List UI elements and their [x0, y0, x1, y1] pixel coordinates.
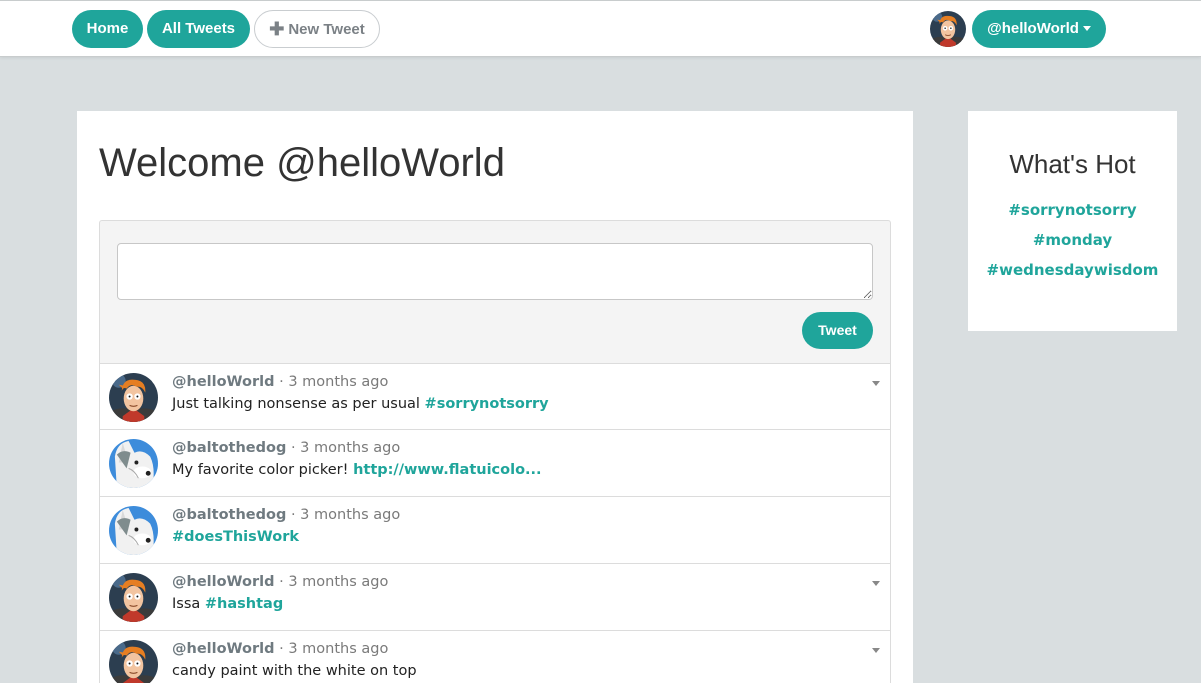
tweet-meta: @helloWorld · 3 months ago [172, 641, 388, 657]
user-menu-button[interactable]: @helloWorld [972, 10, 1106, 48]
tweet-text: candy paint with the white on top [172, 663, 417, 679]
new-tweet-label: New Tweet [288, 21, 365, 38]
tweet-time: · 3 months ago [279, 641, 389, 657]
tweet-body: Just talking nonsense as per usual #sorr… [172, 396, 549, 412]
fry-avatar[interactable] [109, 373, 158, 422]
tweet-handle[interactable]: @helloWorld [172, 374, 275, 390]
home-button[interactable]: Home [72, 10, 143, 48]
tweet-item: @baltothedog · 3 months ago #doesThisWor… [99, 497, 891, 564]
tweet-item: @baltothedog · 3 months ago My favorite … [99, 430, 891, 497]
tweet-time: · 3 months ago [279, 574, 389, 590]
main-panel: Welcome @helloWorld Tweet @helloWorld · … [77, 111, 913, 683]
plus-icon: ✚ [269, 19, 285, 39]
all-tweets-button[interactable]: All Tweets [147, 10, 250, 48]
tweet-handle[interactable]: @baltothedog [172, 507, 286, 523]
fry-avatar[interactable] [109, 640, 158, 683]
tweet-meta: @helloWorld · 3 months ago [172, 574, 388, 590]
whats-hot-title: What's Hot [1009, 149, 1136, 179]
tweet-menu-caret-icon[interactable] [872, 581, 880, 586]
tweet-textarea[interactable] [117, 243, 873, 300]
tweet-item: @helloWorld · 3 months ago Just talking … [99, 363, 891, 430]
tweet-body: #doesThisWork [172, 529, 299, 545]
tweet-body: My favorite color picker! http://www.fla… [172, 462, 542, 478]
tweet-item: @helloWorld · 3 months ago candy paint w… [99, 631, 891, 683]
page-title: Welcome @helloWorld [99, 141, 505, 185]
tweet-meta: @baltothedog · 3 months ago [172, 507, 400, 523]
tweet-handle[interactable]: @helloWorld [172, 574, 275, 590]
tweet-time: · 3 months ago [279, 374, 389, 390]
husky-avatar[interactable] [109, 439, 158, 488]
user-menu-label: @helloWorld [987, 20, 1079, 37]
top-navbar: Home All Tweets ✚ New Tweet @helloWorld [0, 0, 1201, 57]
tweet-menu-caret-icon[interactable] [872, 381, 880, 386]
tweet-text: Just talking nonsense as per usual [172, 396, 425, 412]
whats-hot-panel: What's Hot #sorrynotsorry #monday #wedne… [968, 111, 1177, 331]
tweet-hashtag-link[interactable]: #hashtag [205, 596, 283, 612]
tweet-body: candy paint with the white on top [172, 663, 417, 679]
tweet-time: · 3 months ago [290, 440, 401, 456]
tweet-meta: @helloWorld · 3 months ago [172, 374, 388, 390]
tweet-hashtag-link[interactable]: #sorrynotsorry [425, 396, 549, 412]
tweet-url-link[interactable]: http://www.flatuicolo... [353, 462, 542, 478]
trending-hashtag[interactable]: #monday [968, 231, 1177, 249]
chevron-down-icon [1082, 26, 1091, 31]
user-avatar[interactable] [930, 11, 966, 47]
tweet-item: @helloWorld · 3 months ago Issa #hashtag [99, 564, 891, 631]
tweet-handle[interactable]: @baltothedog [172, 440, 286, 456]
fry-avatar[interactable] [109, 573, 158, 622]
compose-box: Tweet [99, 220, 891, 364]
tweet-body: Issa #hashtag [172, 596, 283, 612]
trending-hashtag[interactable]: #sorrynotsorry [968, 201, 1177, 219]
tweet-handle[interactable]: @helloWorld [172, 641, 275, 657]
husky-avatar[interactable] [109, 506, 158, 555]
tweet-button[interactable]: Tweet [802, 312, 873, 349]
trending-hashtag[interactable]: #wednesdaywisdom [968, 261, 1177, 279]
tweet-text: Issa [172, 596, 205, 612]
tweet-list: @helloWorld · 3 months ago Just talking … [99, 363, 891, 683]
tweet-hashtag-link[interactable]: #doesThisWork [172, 529, 299, 545]
tweet-text: My favorite color picker! [172, 462, 354, 478]
new-tweet-button[interactable]: ✚ New Tweet [254, 10, 380, 48]
tweet-meta: @baltothedog · 3 months ago [172, 440, 400, 456]
tweet-time: · 3 months ago [290, 507, 401, 523]
tweet-menu-caret-icon[interactable] [872, 648, 880, 653]
